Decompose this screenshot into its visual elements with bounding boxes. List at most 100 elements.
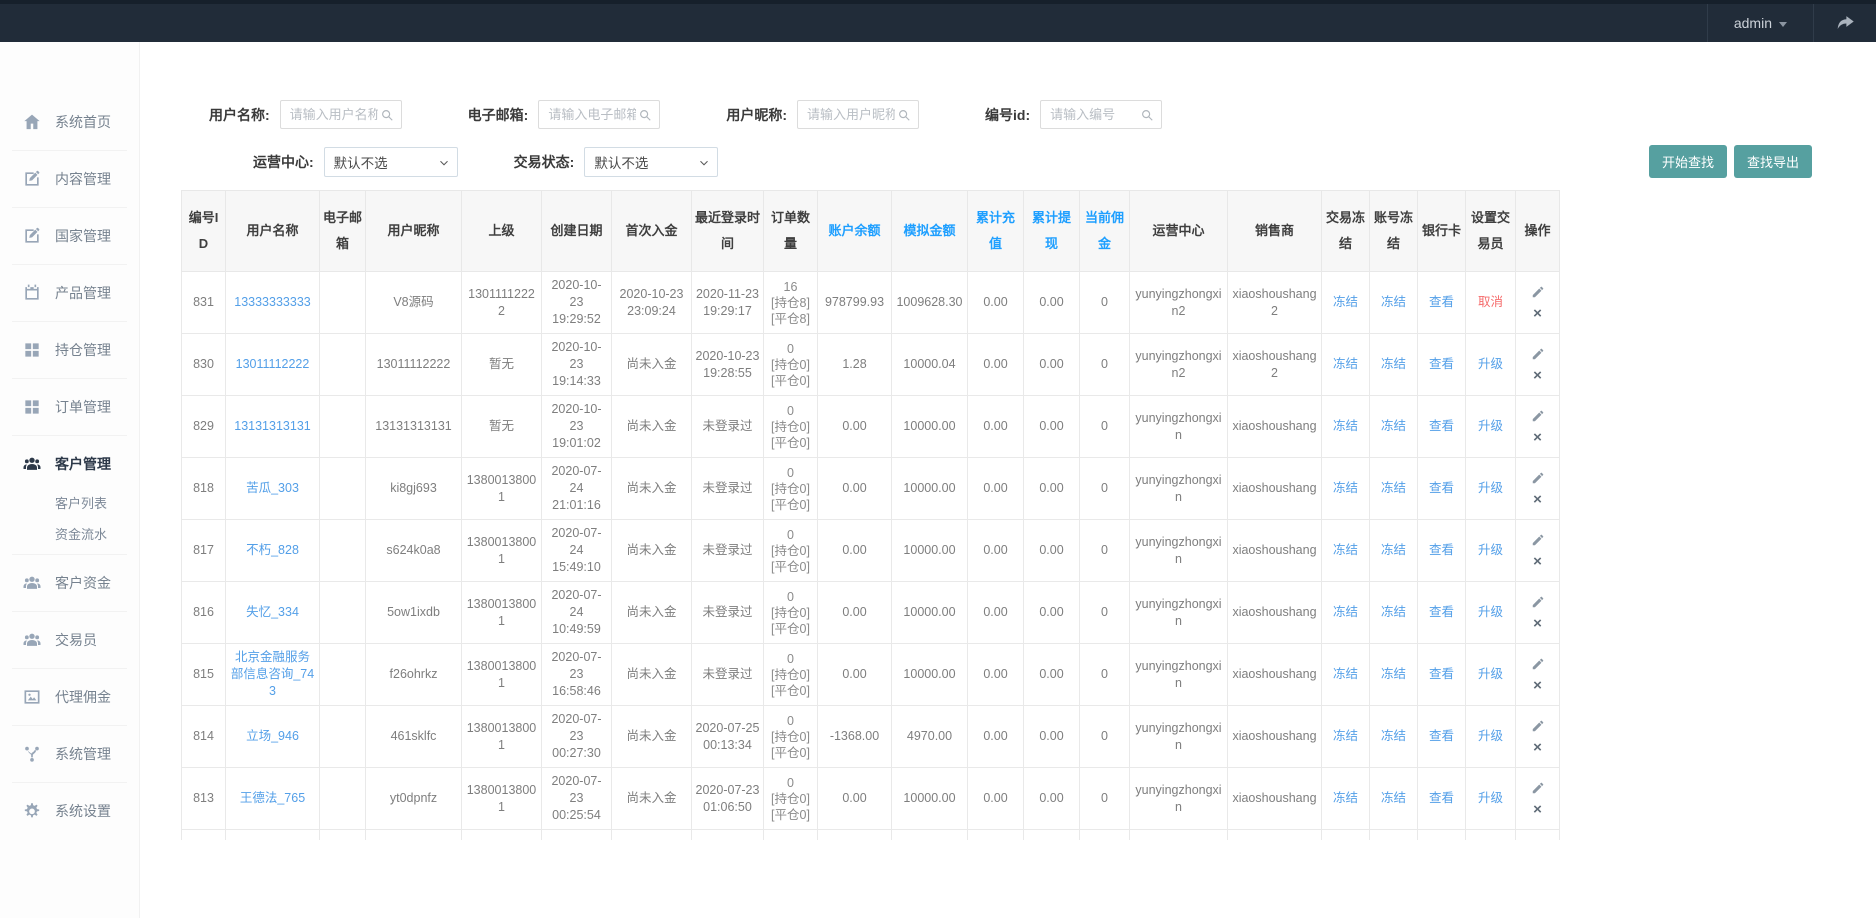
set-trader-link[interactable]: 升级 bbox=[1478, 791, 1503, 805]
bank-card-link[interactable]: 查看 bbox=[1429, 667, 1454, 681]
set-trader-link[interactable]: 升级 bbox=[1478, 481, 1503, 495]
trade-freeze-link[interactable]: 冻结 bbox=[1333, 419, 1358, 433]
delete-x-icon[interactable]: × bbox=[1533, 803, 1542, 816]
user-name-link[interactable]: 立场_946 bbox=[246, 729, 299, 743]
sidebar-subitem-fund-flow[interactable]: 资金流水 bbox=[12, 518, 127, 549]
edit-pencil-icon[interactable] bbox=[1531, 657, 1545, 676]
search-icon[interactable] bbox=[380, 108, 394, 122]
sidebar-subitem-customer-list[interactable]: 客户列表 bbox=[12, 487, 127, 518]
sidebar-item-system-manage[interactable]: 系统管理 bbox=[12, 731, 127, 777]
bank-card-link[interactable]: 查看 bbox=[1429, 357, 1454, 371]
row-actions: × bbox=[1519, 781, 1556, 816]
col-header-first_deposit: 首次入金 bbox=[612, 191, 692, 272]
center-select[interactable]: 默认不选 bbox=[324, 147, 458, 177]
username-input[interactable] bbox=[288, 106, 380, 123]
trade-freeze-link[interactable]: 冻结 bbox=[1333, 791, 1358, 805]
edit-pencil-icon[interactable] bbox=[1531, 533, 1545, 552]
trade-status-select[interactable]: 默认不选 bbox=[584, 147, 718, 177]
user-name-link[interactable]: 失忆_334 bbox=[246, 605, 299, 619]
cell-trade_freeze: 冻结 bbox=[1322, 272, 1370, 334]
user-name-link[interactable]: 不朽_828 bbox=[246, 543, 299, 557]
set-trader-link[interactable]: 升级 bbox=[1478, 729, 1503, 743]
account-freeze-link[interactable]: 冻结 bbox=[1381, 729, 1406, 743]
trade-freeze-link[interactable]: 冻结 bbox=[1333, 295, 1358, 309]
userid-input[interactable] bbox=[1048, 106, 1140, 123]
search-icon[interactable] bbox=[1140, 108, 1154, 122]
delete-x-icon[interactable]: × bbox=[1533, 679, 1542, 692]
bank-card-link[interactable]: 查看 bbox=[1429, 481, 1454, 495]
trade-freeze-link[interactable]: 冻结 bbox=[1333, 357, 1358, 371]
trade-freeze-link[interactable]: 冻结 bbox=[1333, 543, 1358, 557]
sidebar-item-position[interactable]: 持仓管理 bbox=[12, 327, 127, 373]
set-trader-link[interactable]: 升级 bbox=[1478, 667, 1503, 681]
search-button[interactable]: 开始查找 bbox=[1649, 145, 1727, 178]
cell-trade_freeze: 冻结 bbox=[1322, 396, 1370, 458]
search-icon[interactable] bbox=[897, 108, 911, 122]
set-trader-link[interactable]: 取消 bbox=[1478, 295, 1503, 309]
delete-x-icon[interactable]: × bbox=[1533, 493, 1542, 506]
edit-pencil-icon[interactable] bbox=[1531, 719, 1545, 738]
sidebar-item-country[interactable]: 国家管理 bbox=[12, 213, 127, 259]
set-trader-link[interactable]: 升级 bbox=[1478, 543, 1503, 557]
sidebar-item-trader[interactable]: 交易员 bbox=[12, 617, 127, 663]
delete-x-icon[interactable]: × bbox=[1533, 369, 1542, 382]
account-freeze-link[interactable]: 冻结 bbox=[1381, 605, 1406, 619]
trade-freeze-link[interactable]: 冻结 bbox=[1333, 605, 1358, 619]
sidebar-item-product[interactable]: 产品管理 bbox=[12, 270, 127, 316]
account-freeze-link[interactable]: 冻结 bbox=[1381, 419, 1406, 433]
user-name-link[interactable]: 13333333333 bbox=[234, 295, 310, 309]
sidebar-item-home[interactable]: 系统首页 bbox=[12, 99, 127, 145]
trade-freeze-link[interactable]: 冻结 bbox=[1333, 729, 1358, 743]
sidebar-item-agent-commission[interactable]: 代理佣金 bbox=[12, 674, 127, 720]
edit-pencil-icon[interactable] bbox=[1531, 471, 1545, 490]
col-header-name: 用户名称 bbox=[226, 191, 320, 272]
user-menu[interactable]: admin bbox=[1707, 4, 1814, 42]
account-freeze-link[interactable]: 冻结 bbox=[1381, 357, 1406, 371]
cell-withdraw: 0.00 bbox=[1024, 396, 1080, 458]
user-name-link[interactable]: 苦瓜_303 bbox=[246, 481, 299, 495]
bank-card-link[interactable]: 查看 bbox=[1429, 419, 1454, 433]
edit-pencil-icon[interactable] bbox=[1531, 285, 1545, 304]
user-name-link[interactable]: 13011112222 bbox=[236, 357, 310, 371]
edit-pencil-icon[interactable] bbox=[1531, 781, 1545, 800]
sidebar: 系统首页内容管理国家管理产品管理持仓管理订单管理客户管理客户列表资金流水客户资金… bbox=[0, 42, 140, 918]
sidebar-item-order[interactable]: 订单管理 bbox=[12, 384, 127, 430]
account-freeze-link[interactable]: 冻结 bbox=[1381, 295, 1406, 309]
export-button[interactable]: 查找导出 bbox=[1734, 145, 1812, 178]
set-trader-link[interactable]: 升级 bbox=[1478, 605, 1503, 619]
logout-button[interactable] bbox=[1814, 4, 1876, 42]
bank-card-link[interactable]: 查看 bbox=[1429, 295, 1454, 309]
cell-withdraw: 0.00 bbox=[1024, 644, 1080, 706]
delete-x-icon[interactable]: × bbox=[1533, 617, 1542, 630]
nickname-input[interactable] bbox=[805, 106, 897, 123]
sidebar-item-system-setting[interactable]: 系统设置 bbox=[12, 788, 127, 834]
account-freeze-link[interactable]: 冻结 bbox=[1381, 667, 1406, 681]
bank-card-link[interactable]: 查看 bbox=[1429, 605, 1454, 619]
set-trader-link[interactable]: 升级 bbox=[1478, 357, 1503, 371]
bank-card-link[interactable]: 查看 bbox=[1429, 791, 1454, 805]
filter-label: 交易状态: bbox=[514, 152, 575, 172]
bank-card-link[interactable]: 查看 bbox=[1429, 543, 1454, 557]
account-freeze-link[interactable]: 冻结 bbox=[1381, 481, 1406, 495]
email-input[interactable] bbox=[546, 106, 638, 123]
sidebar-item-customer-fund[interactable]: 客户资金 bbox=[12, 560, 127, 606]
account-freeze-link[interactable]: 冻结 bbox=[1381, 791, 1406, 805]
trade-freeze-link[interactable]: 冻结 bbox=[1333, 481, 1358, 495]
user-name-link[interactable]: 北京金融服务部信息咨询_743 bbox=[231, 650, 314, 698]
account-freeze-link[interactable]: 冻结 bbox=[1381, 543, 1406, 557]
edit-pencil-icon[interactable] bbox=[1531, 409, 1545, 428]
delete-x-icon[interactable]: × bbox=[1533, 307, 1542, 320]
edit-pencil-icon[interactable] bbox=[1531, 595, 1545, 614]
search-icon[interactable] bbox=[638, 108, 652, 122]
user-name-link[interactable]: 13131313131 bbox=[234, 419, 310, 433]
trade-freeze-link[interactable]: 冻结 bbox=[1333, 667, 1358, 681]
user-name-link[interactable]: 王德法_765 bbox=[240, 791, 305, 805]
edit-pencil-icon[interactable] bbox=[1531, 347, 1545, 366]
delete-x-icon[interactable]: × bbox=[1533, 555, 1542, 568]
set-trader-link[interactable]: 升级 bbox=[1478, 419, 1503, 433]
bank-card-link[interactable]: 查看 bbox=[1429, 729, 1454, 743]
delete-x-icon[interactable]: × bbox=[1533, 431, 1542, 444]
sidebar-item-content[interactable]: 内容管理 bbox=[12, 156, 127, 202]
delete-x-icon[interactable]: × bbox=[1533, 741, 1542, 754]
sidebar-item-customer[interactable]: 客户管理 bbox=[12, 441, 127, 487]
